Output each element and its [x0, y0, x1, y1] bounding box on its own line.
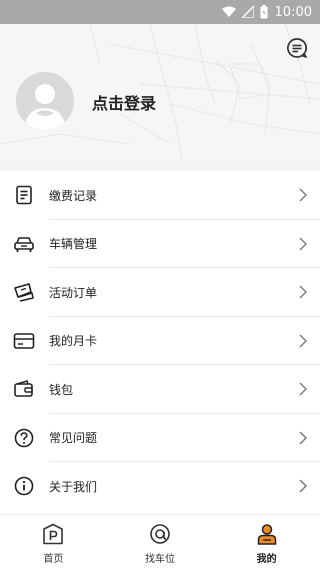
tab-mine[interactable]: 我的 — [213, 515, 320, 568]
tab-find-parking[interactable]: 找车位 — [107, 515, 214, 568]
message-icon — [287, 38, 308, 58]
chevron-right-icon — [299, 334, 307, 348]
message-button[interactable] — [284, 35, 310, 61]
chevron-right-icon — [299, 285, 307, 299]
tab-label: 首页 — [43, 554, 64, 565]
menu-item-label: 车辆管理 — [49, 237, 98, 252]
status-bar: 10:00 — [0, 0, 320, 24]
chevron-right-icon — [299, 431, 307, 445]
menu-item-label: 我的月卡 — [49, 334, 98, 349]
menu-item-label: 关于我们 — [49, 479, 98, 494]
card-icon — [13, 330, 35, 352]
login-link[interactable]: 点击登录 — [92, 90, 156, 114]
chevron-right-icon — [299, 237, 307, 251]
menu-item-label: 活动订单 — [49, 285, 98, 300]
status-time: 10:00 — [274, 4, 312, 20]
menu-item-faq[interactable]: 常见问题 — [0, 414, 320, 462]
receipt-icon — [13, 184, 35, 206]
car-icon — [13, 233, 35, 255]
avatar[interactable] — [16, 72, 74, 130]
chevron-right-icon — [299, 479, 307, 493]
default-avatar-icon — [16, 72, 74, 130]
menu-item-vehicle-management[interactable]: 车辆管理 — [0, 220, 320, 268]
menu-item-activity-orders[interactable]: 活动订单 — [0, 268, 320, 317]
question-icon — [13, 427, 35, 449]
menu-list: 缴费记录 车辆管理 活动订单 我的月卡 钱包 常见问题 关于我们 — [0, 171, 320, 511]
wifi-icon — [221, 6, 236, 18]
menu-item-about-us[interactable]: 关于我们 — [0, 462, 320, 511]
chevron-right-icon — [299, 382, 307, 396]
parking-icon — [41, 522, 65, 546]
tab-home[interactable]: 首页 — [0, 515, 107, 568]
menu-item-label: 钱包 — [49, 382, 74, 397]
profile-header: 点击登录 — [0, 24, 320, 159]
battery-icon — [260, 5, 268, 19]
wallet-icon — [13, 378, 35, 400]
menu-item-payment-records[interactable]: 缴费记录 — [0, 171, 320, 220]
user-icon — [255, 522, 279, 546]
menu-item-label: 缴费记录 — [49, 188, 98, 203]
section-divider — [0, 159, 320, 171]
chevron-right-icon — [299, 188, 307, 202]
locate-icon — [148, 522, 172, 546]
signal-icon — [241, 6, 254, 18]
menu-item-monthly-card[interactable]: 我的月卡 — [0, 317, 320, 365]
info-icon — [13, 475, 35, 497]
tab-label: 找车位 — [145, 554, 175, 565]
bottom-tab-bar: 首页 找车位 我的 — [0, 514, 320, 568]
menu-item-wallet[interactable]: 钱包 — [0, 365, 320, 414]
tab-label: 我的 — [256, 554, 277, 565]
menu-item-label: 常见问题 — [49, 431, 98, 446]
ticket-icon — [13, 281, 35, 303]
